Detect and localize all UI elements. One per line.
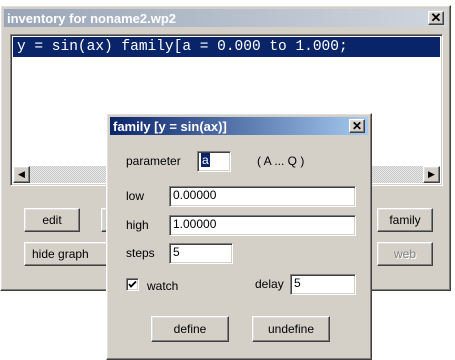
parameter-label: parameter — [126, 154, 181, 168]
family-button-label: family — [389, 213, 421, 227]
steps-label: steps — [126, 246, 155, 260]
family-button[interactable]: family — [377, 208, 433, 232]
edit-button[interactable]: edit — [24, 208, 80, 232]
web-button[interactable]: web — [377, 242, 433, 266]
delay-input[interactable]: 5 — [290, 274, 356, 295]
watch-label: watch — [147, 279, 179, 293]
hide-graph-button-label: hide graph — [32, 247, 89, 261]
close-icon: ✕ — [351, 119, 363, 133]
close-icon: ✕ — [430, 10, 442, 25]
low-label: low — [126, 189, 145, 203]
family-dialog: family [y = sin(ax)] ✕ parameter a ( A .… — [106, 113, 372, 360]
list-item[interactable]: y = sin(ax) family[a = 0.000 to 1.000; — [13, 37, 440, 57]
low-input[interactable]: 0.00000 — [169, 186, 356, 207]
scroll-left-button[interactable]: ◀ — [13, 166, 30, 183]
edit-button-label: edit — [42, 213, 62, 227]
parameter-input[interactable]: a — [197, 151, 231, 172]
parameter-value: a — [201, 153, 210, 167]
arrow-right-icon: ▶ — [428, 169, 435, 179]
define-button[interactable]: define — [151, 316, 229, 342]
define-button-label: define — [173, 322, 207, 336]
scroll-right-button[interactable]: ▶ — [423, 166, 440, 183]
checkmark-icon — [128, 280, 137, 288]
high-input[interactable]: 1.00000 — [169, 215, 356, 236]
inventory-title-bar[interactable]: inventory for noname2.wp2 — [4, 9, 447, 27]
family-dialog-title-bar[interactable]: family [y = sin(ax)] — [110, 117, 368, 135]
high-label: high — [126, 218, 149, 232]
family-dialog-close-button[interactable]: ✕ — [349, 119, 365, 133]
inventory-close-button[interactable]: ✕ — [428, 10, 444, 25]
steps-input[interactable]: 5 — [169, 243, 233, 264]
inventory-title: inventory for noname2.wp2 — [7, 10, 177, 26]
arrow-left-icon: ◀ — [18, 169, 25, 179]
delay-label: delay — [255, 277, 284, 291]
parameter-range-hint: ( A ... Q ) — [257, 154, 305, 168]
undefine-button-label: undefine — [267, 322, 315, 336]
web-button-label: web — [393, 247, 416, 261]
undefine-button[interactable]: undefine — [252, 316, 330, 342]
hide-graph-button[interactable]: hide graph — [24, 242, 108, 266]
family-dialog-title: family [y = sin(ax)] — [113, 118, 227, 134]
watch-checkbox[interactable] — [126, 278, 139, 291]
